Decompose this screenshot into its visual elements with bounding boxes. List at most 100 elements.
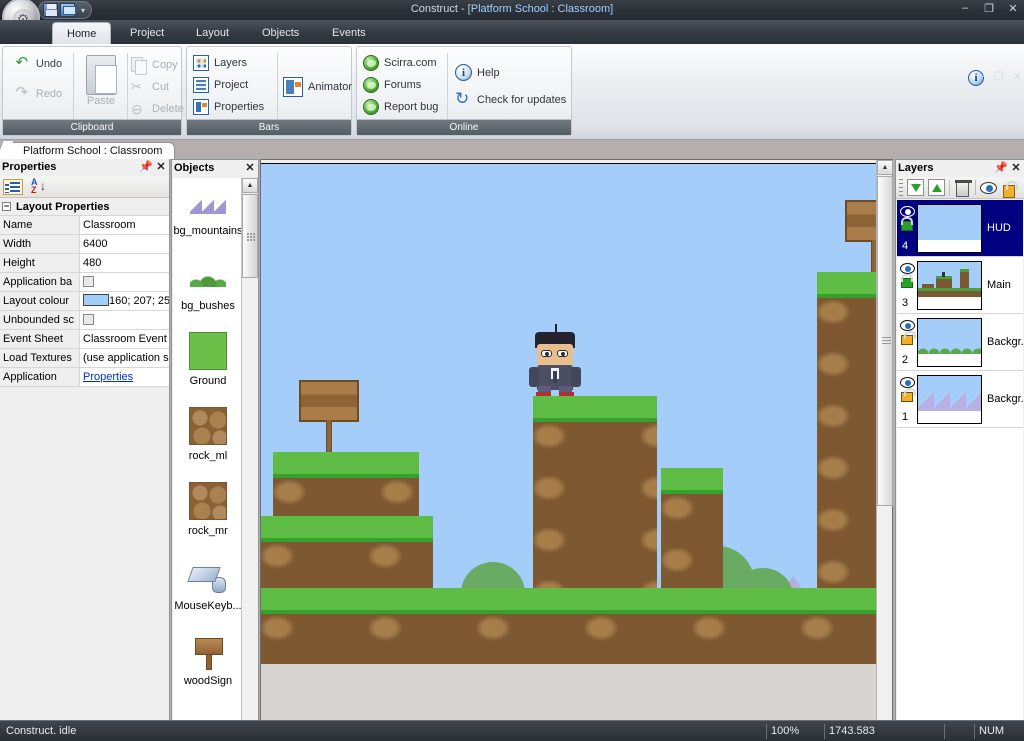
layer-row-background-2[interactable]: 2 Backgr... xyxy=(897,314,1023,371)
layer-name[interactable]: Main xyxy=(982,279,1023,291)
wood-sign-object[interactable] xyxy=(299,380,359,456)
property-row[interactable]: Application ba xyxy=(0,273,169,292)
layer-name[interactable]: Backgr... xyxy=(982,336,1023,348)
add-layer-above-icon[interactable] xyxy=(928,179,945,196)
tab-home[interactable]: Home xyxy=(52,22,112,44)
lock-icon[interactable] xyxy=(901,388,916,402)
visibility-eye-icon[interactable] xyxy=(900,377,915,388)
scroll-up-icon[interactable]: ▲ xyxy=(242,178,258,193)
layer-name[interactable]: Backgr... xyxy=(982,393,1023,405)
objects-vertical-scrollbar[interactable]: ▲ ▼ xyxy=(241,178,258,741)
scirra-com-button[interactable]: Scirra.com xyxy=(363,55,437,71)
add-layer-below-icon[interactable] xyxy=(907,179,924,196)
layout-editor[interactable]: ▲ ▼ Layout Editor Event Sheet Editor ◁ ▷… xyxy=(260,159,893,741)
wood-sign-object[interactable] xyxy=(845,200,876,276)
close-icon[interactable]: ✕ xyxy=(1009,161,1023,175)
properties-group-header[interactable]: − Layout Properties xyxy=(0,198,169,216)
report-bug-button[interactable]: Report bug xyxy=(363,99,438,115)
property-value-appbar[interactable] xyxy=(80,273,169,291)
document-tab-classroom[interactable]: Platform School : Classroom xyxy=(6,142,176,159)
forums-button[interactable]: Forums xyxy=(363,77,421,93)
game-viewport[interactable] xyxy=(261,164,876,664)
layers-bar-button[interactable]: Layers xyxy=(193,55,247,71)
player-character-sprite[interactable] xyxy=(529,324,581,396)
property-value-layout-colour[interactable]: 160; 207; 25 xyxy=(80,292,169,310)
platform-block[interactable] xyxy=(817,272,876,588)
property-value-width[interactable]: 6400 xyxy=(80,235,169,253)
undo-button[interactable]: Undo xyxy=(7,55,69,71)
lock-layer-icon[interactable] xyxy=(1001,179,1018,198)
check-updates-button[interactable]: Check for updates xyxy=(455,89,566,109)
checkbox[interactable] xyxy=(83,314,94,325)
copy-button[interactable]: Copy xyxy=(131,57,178,75)
object-item-bg-mountains[interactable]: bg_mountains xyxy=(173,178,243,253)
colour-swatch[interactable] xyxy=(83,294,109,306)
redo-button[interactable]: Redo xyxy=(7,85,69,101)
unlock-icon[interactable] xyxy=(901,274,913,288)
property-value-name[interactable]: Classroom xyxy=(80,216,169,234)
canvas-vertical-scrollbar[interactable]: ▲ ▼ xyxy=(876,160,893,741)
object-item-bg-bushes[interactable]: bg_bushes xyxy=(173,253,243,328)
layer-row-background-1[interactable]: 1 Backgr... xyxy=(897,371,1023,428)
doc-minimize-button[interactable]: – xyxy=(979,70,985,83)
project-bar-button[interactable]: Project xyxy=(193,77,248,93)
application-properties-link[interactable]: Properties xyxy=(83,371,133,383)
close-icon[interactable]: ✕ xyxy=(154,160,168,174)
object-item-woodsign[interactable]: woodSign xyxy=(173,628,243,703)
paste-button[interactable]: Paste xyxy=(77,55,125,107)
doc-restore-button[interactable]: ❐ xyxy=(994,70,1004,83)
collapse-icon[interactable]: − xyxy=(2,202,11,211)
objects-list[interactable]: bg_mountains bg_bushes Ground rock_ml ro… xyxy=(173,178,243,741)
visibility-eye-icon[interactable] xyxy=(900,263,915,274)
property-row[interactable]: Height 480 xyxy=(0,254,169,273)
tab-objects[interactable]: Objects xyxy=(248,22,313,44)
property-row[interactable]: Layout colour 160; 207; 25 xyxy=(0,292,169,311)
properties-bar-button[interactable]: Properties xyxy=(193,99,264,115)
animator-bar-button[interactable]: Animator xyxy=(283,77,352,97)
platform-block[interactable] xyxy=(661,468,723,588)
unlock-icon[interactable] xyxy=(901,217,913,231)
object-item-ground[interactable]: Ground xyxy=(173,328,243,403)
layers-list[interactable]: 4 HUD 3 Main 2 Backgr 1 Backgr xyxy=(897,200,1023,741)
object-item-mousekeyboard[interactable]: MouseKeyb... xyxy=(173,553,243,628)
property-value-height[interactable]: 480 xyxy=(80,254,169,272)
tab-events[interactable]: Events xyxy=(318,22,380,44)
categorized-view-icon[interactable] xyxy=(3,178,23,195)
property-row[interactable]: Load Textures (use application s xyxy=(0,349,169,368)
maximize-button[interactable]: ❐ xyxy=(982,2,996,15)
property-value-application[interactable]: Properties xyxy=(80,368,169,386)
pin-icon[interactable]: 📌 xyxy=(994,161,1008,175)
help-button[interactable]: Help xyxy=(455,64,500,81)
visibility-eye-icon[interactable] xyxy=(900,206,915,217)
property-value-unbounded[interactable] xyxy=(80,311,169,329)
property-row[interactable]: Width 6400 xyxy=(0,235,169,254)
platform-block[interactable] xyxy=(261,516,433,588)
close-icon[interactable]: ✕ xyxy=(243,161,257,175)
doc-close-button[interactable]: ✕ xyxy=(1013,70,1022,83)
property-row[interactable]: Application Properties xyxy=(0,368,169,387)
scrollbar-thumb[interactable] xyxy=(242,194,258,278)
lock-icon[interactable] xyxy=(901,331,916,345)
visibility-eye-icon[interactable] xyxy=(900,320,915,331)
property-row[interactable]: Event Sheet Classroom Event xyxy=(0,330,169,349)
close-button[interactable]: ✕ xyxy=(1006,2,1020,15)
scroll-up-icon[interactable]: ▲ xyxy=(877,160,893,175)
platform-block[interactable] xyxy=(533,396,657,588)
object-item-rock-mr[interactable]: rock_mr xyxy=(173,478,243,553)
object-item-rock-ml[interactable]: rock_ml xyxy=(173,403,243,478)
cut-button[interactable]: Cut xyxy=(131,79,169,95)
layer-row-main[interactable]: 3 Main xyxy=(897,257,1023,314)
layer-name[interactable]: HUD xyxy=(982,222,1023,234)
tab-layout[interactable]: Layout xyxy=(182,22,243,44)
property-row[interactable]: Unbounded sc xyxy=(0,311,169,330)
property-value-event-sheet[interactable]: Classroom Event xyxy=(80,330,169,348)
property-row[interactable]: Name Classroom xyxy=(0,216,169,235)
property-value-load-textures[interactable]: (use application s xyxy=(80,349,169,367)
visibility-eye-icon[interactable] xyxy=(980,179,997,196)
layer-row-hud[interactable]: 4 HUD xyxy=(897,200,1023,257)
layout-canvas[interactable] xyxy=(261,160,876,741)
chevron-down-icon[interactable]: ▾ xyxy=(81,6,85,15)
delete-button[interactable]: Delete xyxy=(131,101,184,117)
checkbox[interactable] xyxy=(83,276,94,287)
sort-az-icon[interactable]: ↓ xyxy=(31,177,49,195)
